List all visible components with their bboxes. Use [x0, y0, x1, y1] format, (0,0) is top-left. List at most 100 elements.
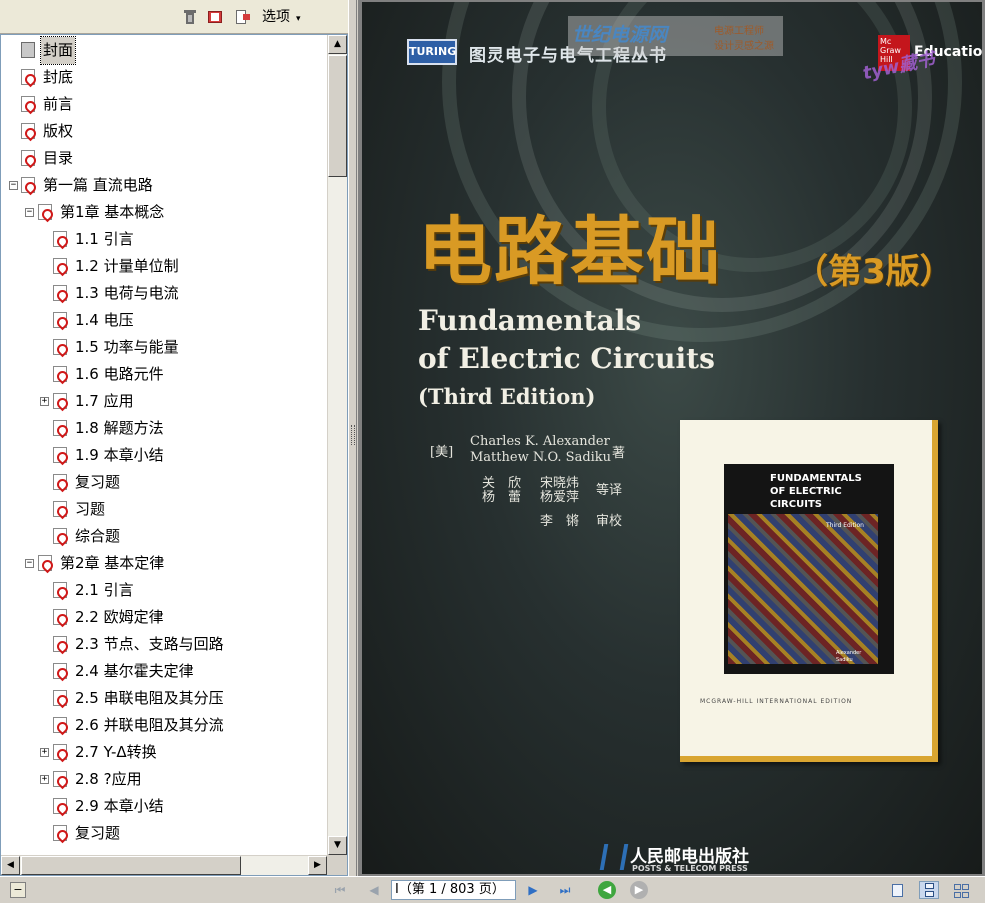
bookmark-label: 2.1 引言: [75, 581, 134, 599]
first-page-button[interactable]: ⏮: [330, 881, 350, 899]
bookmarks-pane: 选项 ▾ 封面 封底 前言 版权 目录 − 第一篇 直流电路 − 第1章 基本概念 1.1 引言 1.…: [0, 0, 348, 876]
bookmark-item[interactable]: 2.1 引言: [1, 577, 327, 604]
bookmark-item[interactable]: 目录: [1, 145, 327, 172]
page-icon: [21, 42, 35, 58]
bookmark-tree[interactable]: 封面 封底 前言 版权 目录 − 第一篇 直流电路 − 第1章 基本概念 1.1 引言 1.2 计量…: [1, 35, 327, 855]
bookmark-item[interactable]: 前言: [1, 91, 327, 118]
bookmark-label: 综合题: [75, 527, 121, 545]
pdf-bookmark-icon: [53, 366, 67, 382]
options-menu-button[interactable]: 选项 ▾: [258, 6, 305, 28]
bookmark-item[interactable]: 1.1 引言: [1, 226, 327, 253]
vertical-scrollbar[interactable]: ▲ ▼: [327, 35, 347, 855]
bookmark-item[interactable]: − 第1章 基本概念: [1, 199, 327, 226]
bookmark-item[interactable]: 1.9 本章小结: [1, 442, 327, 469]
bookmark-label: 1.5 功率与能量: [75, 338, 179, 356]
collapse-icon[interactable]: −: [9, 181, 18, 190]
bookmark-item[interactable]: 2.3 节点、支路与回路: [1, 631, 327, 658]
pdf-reader-window: 选项 ▾ 封面 封底 前言 版权 目录 − 第一篇 直流电路 − 第1章 基本概念 1.1 引言 1.…: [0, 0, 985, 903]
bookmark-label: 2.6 并联电阻及其分流: [75, 716, 224, 734]
new-bookmark-icon[interactable]: [207, 9, 223, 25]
book-cover-page: TURING 图灵电子与电气工程丛书 世纪电源网 电源工程师 设计灵感之源 Mc…: [362, 2, 982, 874]
bookmark-item[interactable]: 版权: [1, 118, 327, 145]
delete-bookmark-icon[interactable]: [182, 9, 198, 25]
collapse-icon[interactable]: −: [25, 559, 34, 568]
bookmark-label: 第1章 基本概念: [60, 203, 165, 221]
scroll-down-button[interactable]: ▼: [328, 836, 347, 855]
bookmark-item[interactable]: 2.4 基尔霍夫定律: [1, 658, 327, 685]
expand-icon[interactable]: +: [40, 397, 49, 406]
bookmark-label: 1.9 本章小结: [75, 446, 164, 464]
bookmark-item[interactable]: 封底: [1, 64, 327, 91]
pdf-bookmark-icon: [53, 420, 67, 436]
previous-page-button[interactable]: ◀: [364, 881, 384, 899]
publisher-logo-icon: [599, 844, 629, 870]
last-page-button[interactable]: ⏭: [555, 881, 575, 899]
collapse-pane-button[interactable]: −: [10, 882, 26, 898]
bookmark-item[interactable]: 2.6 并联电阻及其分流: [1, 712, 327, 739]
bookmark-label: 2.2 欧姆定律: [75, 608, 164, 626]
pdf-bookmark-icon: [53, 636, 67, 652]
pdf-bookmark-icon: [53, 690, 67, 706]
bookmark-item[interactable]: − 第2章 基本定律: [1, 550, 327, 577]
scroll-up-button[interactable]: ▲: [328, 35, 347, 54]
bookmark-item[interactable]: 2.2 欧姆定律: [1, 604, 327, 631]
pdf-bookmark-icon: [38, 555, 52, 571]
bookmark-item[interactable]: 2.5 串联电阻及其分压: [1, 685, 327, 712]
bookmark-item[interactable]: 1.5 功率与能量: [1, 334, 327, 361]
bookmark-item[interactable]: 1.8 解题方法: [1, 415, 327, 442]
collapse-icon[interactable]: −: [25, 208, 34, 217]
bookmark-item[interactable]: 综合题: [1, 523, 327, 550]
horizontal-scrollbar[interactable]: ◀ ▶: [1, 855, 327, 875]
bookmark-item[interactable]: 1.2 计量单位制: [1, 253, 327, 280]
pdf-bookmark-icon: [21, 123, 35, 139]
bookmark-label: 2.7 Y-Δ转换: [75, 743, 157, 761]
pdf-bookmark-icon: [21, 96, 35, 112]
bookmark-item[interactable]: 复习题: [1, 820, 327, 847]
vertical-scroll-thumb[interactable]: [328, 55, 347, 177]
pane-splitter[interactable]: [348, 0, 357, 876]
splitter-grip-icon[interactable]: [351, 425, 355, 445]
bookmark-item[interactable]: 封面: [1, 36, 327, 65]
circuit-board-photo: [728, 514, 878, 664]
title-english-line-2: of Electric Circuits: [418, 342, 715, 375]
bookmark-label: 复习题: [75, 473, 121, 491]
next-view-button[interactable]: ▶: [630, 881, 648, 899]
pdf-bookmark-icon: [21, 177, 35, 193]
pdf-bookmark-icon: [53, 501, 67, 517]
horizontal-scroll-thumb[interactable]: [21, 856, 241, 875]
expand-bookmark-icon[interactable]: [234, 9, 250, 25]
original-cover-image: FUNDAMENTALS OF ELECTRIC CIRCUITS Third …: [724, 464, 894, 674]
bookmark-item[interactable]: 1.4 电压: [1, 307, 327, 334]
scroll-right-button[interactable]: ▶: [308, 856, 327, 875]
bookmark-item[interactable]: 1.3 电荷与电流: [1, 280, 327, 307]
watermark-main-text: 世纪电源网: [572, 24, 668, 46]
facing-layout-icon[interactable]: [951, 881, 971, 899]
bookmark-label: 2.8 ?应用: [75, 770, 142, 788]
bookmark-label: 1.6 电路元件: [75, 365, 164, 383]
scroll-left-button[interactable]: ◀: [1, 856, 20, 875]
bookmark-label: 习题: [75, 500, 106, 518]
continuous-layout-icon[interactable]: [919, 881, 939, 899]
bookmark-label: 2.4 基尔霍夫定律: [75, 662, 194, 680]
expand-icon[interactable]: +: [40, 775, 49, 784]
pdf-bookmark-icon: [53, 312, 67, 328]
bookmark-item[interactable]: +2.7 Y-Δ转换: [1, 739, 327, 766]
page-number-field[interactable]: I（第 1 / 803 页）: [391, 880, 516, 900]
previous-view-button[interactable]: ◀: [598, 881, 616, 899]
bookmark-item[interactable]: − 第一篇 直流电路: [1, 172, 327, 199]
expand-icon[interactable]: +: [40, 748, 49, 757]
next-page-button[interactable]: ▶: [523, 881, 543, 899]
bookmark-label: 封面: [39, 36, 77, 65]
bookmark-item[interactable]: 复习题: [1, 469, 327, 496]
pdf-bookmark-icon: [53, 447, 67, 463]
document-view[interactable]: TURING 图灵电子与电气工程丛书 世纪电源网 电源工程师 设计灵感之源 Mc…: [358, 0, 985, 876]
single-page-layout-icon[interactable]: [887, 881, 907, 899]
bookmark-item[interactable]: 1.6 电路元件: [1, 361, 327, 388]
bookmark-item[interactable]: +2.8 ?应用: [1, 766, 327, 793]
bookmark-item[interactable]: 2.9 本章小结: [1, 793, 327, 820]
pdf-bookmark-icon: [53, 771, 67, 787]
scrollbar-corner: [327, 855, 347, 875]
bookmark-item[interactable]: +1.7 应用: [1, 388, 327, 415]
bookmark-item[interactable]: 习题: [1, 496, 327, 523]
bookmark-label: 1.4 电压: [75, 311, 134, 329]
